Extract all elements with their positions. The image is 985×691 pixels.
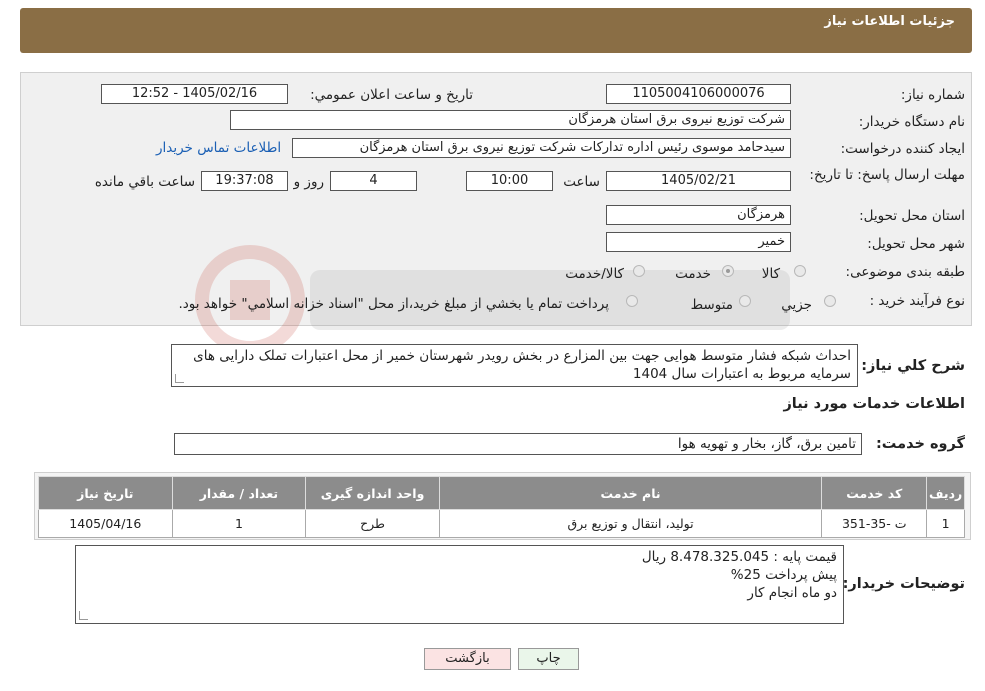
creator-field: سیدحامد موسوی رئیس اداره تدارکات شرکت تو… [292, 138, 791, 158]
days-label: روز و [293, 174, 324, 190]
buyer-org-field: شرکت توزیع نیروی برق استان هرمزگان [230, 110, 791, 130]
col-unit: واحد اندازه گيری [305, 476, 440, 510]
print-button[interactable]: چاپ [518, 648, 579, 670]
table-header-row: رديف کد خدمت نام خدمت واحد اندازه گيری ت… [38, 476, 965, 510]
process-label: نوع فرآیند خرید : [869, 293, 965, 309]
days-field: 4 [330, 171, 417, 191]
buyer-notes-line: قیمت پایه : 8.478.325.045 ریال [641, 549, 837, 565]
col-service-code: کد خدمت [821, 476, 928, 510]
remaining-time-field: 19:37:08 [201, 171, 288, 191]
col-service-name: نام خدمت [438, 476, 823, 510]
process-radio-minor[interactable] [824, 295, 836, 307]
summary-label: شرح کلي نياز: [861, 358, 965, 374]
back-button[interactable]: بازگشت [424, 648, 511, 670]
process-option-medium: متوسط [690, 297, 733, 313]
resize-grip-icon[interactable] [79, 611, 88, 620]
col-row: رديف [926, 476, 965, 510]
cell-service-code: ت -35-351 [821, 509, 928, 538]
need-number-label: شماره نیاز: [900, 87, 965, 103]
province-label: استان محل تحویل: [859, 208, 965, 224]
process-note: پرداخت تمام يا بخشي از مبلغ خريد،از محل … [178, 296, 609, 312]
creator-label: ايجاد کننده درخواست: [840, 141, 965, 157]
col-quantity: تعداد / مقدار [171, 476, 307, 510]
process-option-minor: جزيي [781, 297, 812, 313]
services-table: رديف کد خدمت نام خدمت واحد اندازه گيری ت… [38, 476, 965, 538]
category-option-goods: کالا [761, 266, 780, 282]
process-radio-medium[interactable] [739, 295, 751, 307]
cell-unit: طرح [305, 509, 440, 538]
deadline-time-field: 10:00 [466, 171, 553, 191]
category-radio-service[interactable] [722, 265, 734, 277]
category-radio-goods-service[interactable] [633, 265, 645, 277]
announce-datetime-field: 1405/02/16 - 12:52 [101, 84, 288, 104]
city-label: شهر محل تحویل: [867, 236, 965, 252]
buyer-notes-textarea: قیمت پایه : 8.478.325.045 ریال پیش پرداخ… [75, 545, 844, 624]
cell-row: 1 [926, 509, 965, 538]
summary-text: احداث شبکه فشار متوسط هوایی جهت بین المز… [193, 348, 851, 382]
summary-textarea: احداث شبکه فشار متوسط هوایی جهت بین المز… [171, 344, 858, 387]
city-field: خمير [606, 232, 791, 252]
process-radio-treasury[interactable] [626, 295, 638, 307]
category-option-service: خدمت [675, 266, 711, 282]
buyer-notes-label: توضيحات خريدار: [842, 576, 965, 592]
table-row[interactable]: 1 ت -35-351 تولید، انتقال و توزیع برق طر… [38, 509, 965, 538]
page-title: جزئیات اطلاعات نیاز [824, 14, 955, 29]
service-group-field: تامین برق، گاز، بخار و تهویه هوا [174, 433, 862, 455]
resize-grip-icon[interactable] [175, 374, 184, 383]
col-need-date: تاريخ نياز [38, 476, 173, 510]
category-radio-goods[interactable] [794, 265, 806, 277]
buyer-contact-link[interactable]: اطلاعات تماس خريدار [156, 140, 281, 156]
cell-need-date: 1405/04/16 [38, 509, 173, 538]
need-number-field: 1105004106000076 [606, 84, 791, 104]
deadline-time-label: ساعت [563, 174, 600, 190]
cell-quantity: 1 [171, 509, 307, 538]
deadline-label: مهلت ارسال پاسخ: تا تاریخ: [809, 167, 965, 183]
services-section-title: اطلاعات خدمات مورد نياز [783, 396, 965, 412]
category-label: طبقه بندی موضوعی: [845, 264, 965, 280]
remaining-label: ساعت باقي مانده [94, 174, 195, 190]
buyer-org-label: نام دستگاه خريدار: [858, 114, 965, 130]
cell-service-name: تولید، انتقال و توزیع برق [438, 509, 823, 538]
province-field: هرمزگان [606, 205, 791, 225]
buyer-notes-line: دو ماه انجام کار [747, 585, 837, 601]
announce-label: تاريخ و ساعت اعلان عمومي: [310, 87, 473, 103]
buyer-notes-line: پیش پرداخت 25% [730, 567, 837, 583]
service-group-label: گروه خدمت: [875, 436, 965, 452]
category-option-goods-service: کالا/خدمت [565, 266, 624, 282]
deadline-date-field: 1405/02/21 [606, 171, 791, 191]
